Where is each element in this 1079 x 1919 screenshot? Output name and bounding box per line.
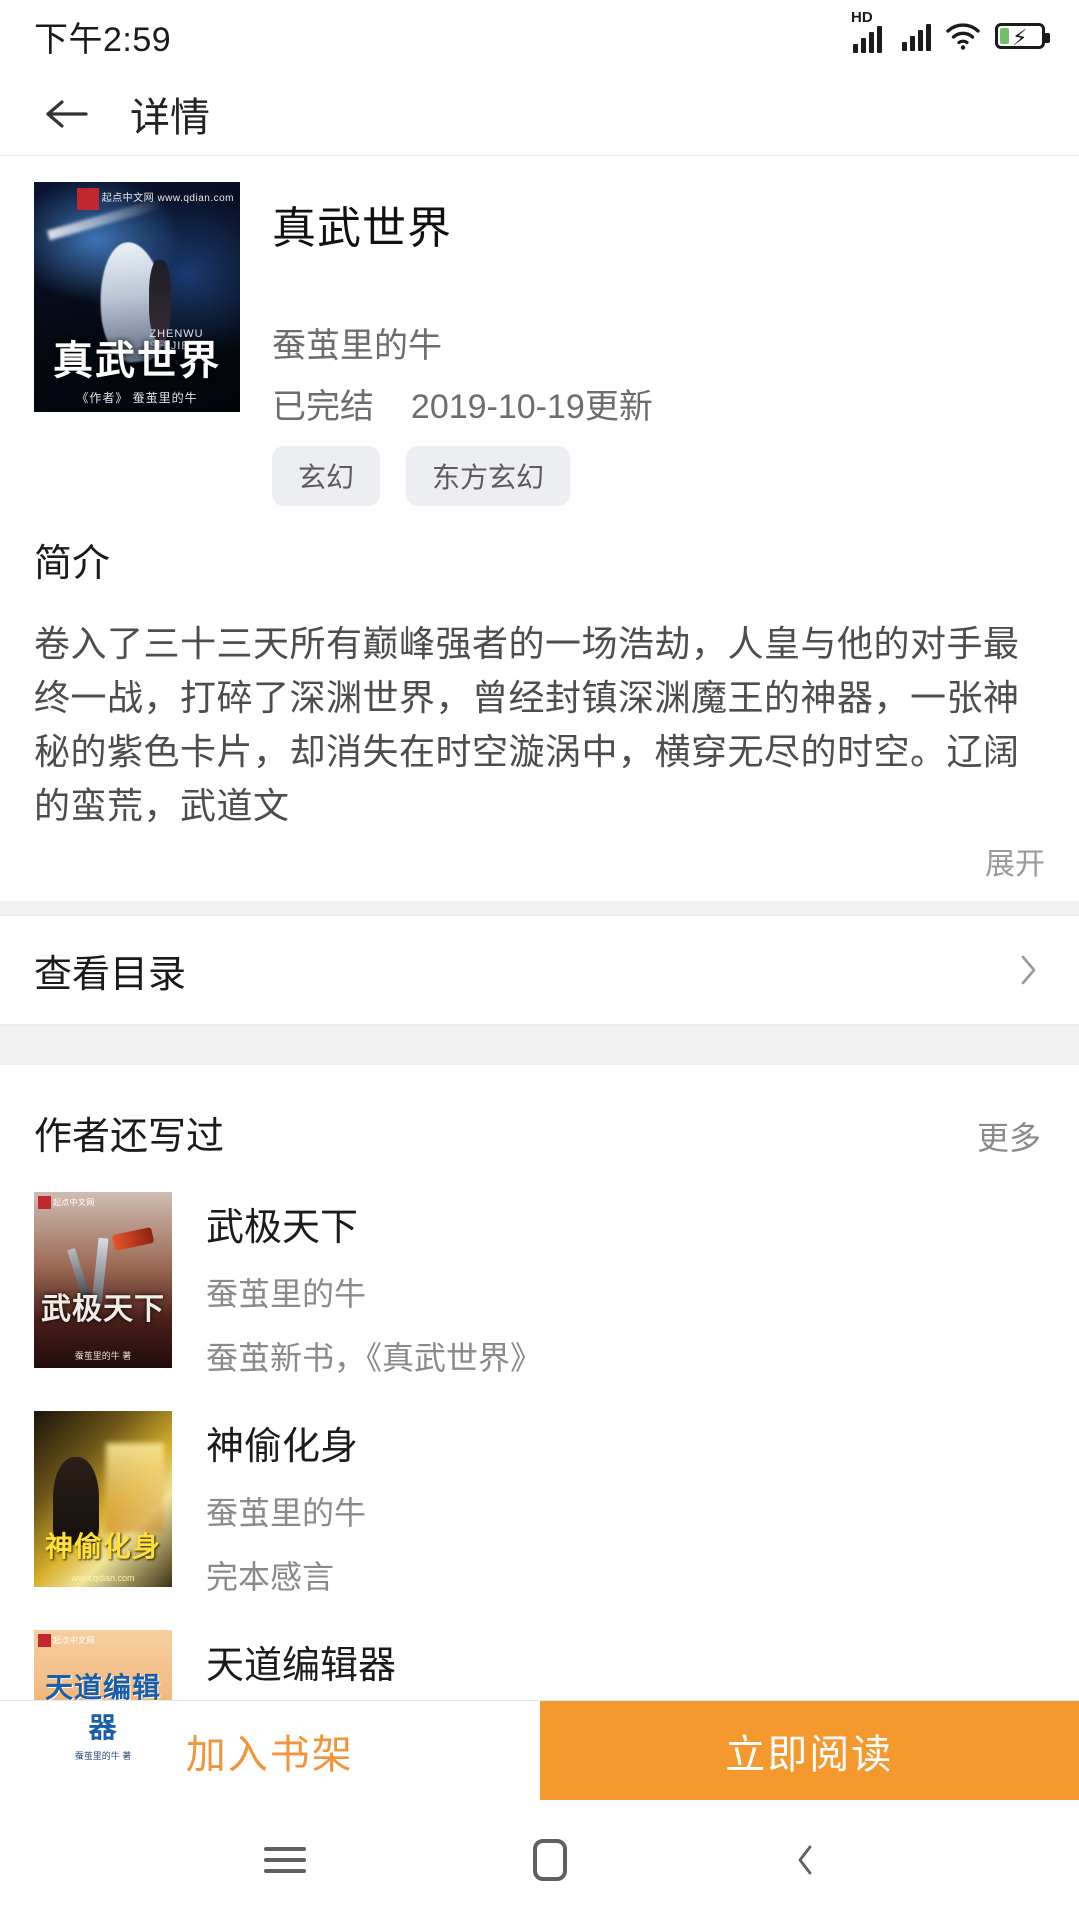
back-icon[interactable] bbox=[795, 1843, 815, 1877]
title-bar: 详情 bbox=[0, 72, 1079, 156]
home-icon[interactable] bbox=[533, 1838, 568, 1881]
book-tags: 玄幻 东方玄幻 bbox=[272, 446, 1045, 506]
phone-screen: 下午2:59 HD ⚡ 详情 起点中文网 www.qdian.com ZHENW… bbox=[0, 0, 1079, 1919]
signal-bars-1 bbox=[853, 23, 882, 53]
signal-icon bbox=[902, 21, 931, 51]
wifi-icon bbox=[945, 21, 981, 51]
thumb-byline-3: 蚕茧里的牛 著 bbox=[74, 1751, 132, 1761]
book-author: 蚕茧里的牛 bbox=[272, 327, 442, 365]
book-status-line: 已完结 2019-10-19更新 bbox=[272, 379, 1045, 428]
expand-row: 展开 bbox=[0, 833, 1079, 901]
thumb-title-art-1: 武极天下 bbox=[41, 1292, 165, 1327]
book-update-date: 2019-10-19更新 bbox=[410, 388, 653, 426]
thumb-title-art-3: 天道编辑器 bbox=[44, 1671, 161, 1744]
section-divider-1 bbox=[0, 901, 1079, 915]
book-thumbnail-1: 起点中文网 武极天下 蚕茧里的牛 著 bbox=[34, 1192, 172, 1368]
book-meta-1: 武极天下 蚕茧里的牛 蚕茧新书，《真武世界》 bbox=[172, 1192, 1045, 1379]
book-title: 真武世界 bbox=[272, 204, 452, 253]
hd-label: HD bbox=[851, 9, 873, 26]
intro-section: 简介 卷入了三十三天所有巅峰强者的一场浩劫，人皇与他的对手最终一战，打碎了深渊世… bbox=[0, 506, 1079, 833]
book-cover-image[interactable]: 起点中文网 www.qdian.com ZHENWU SHIJIE 真武世界 《… bbox=[34, 182, 240, 412]
battery-charging-icon: ⚡ bbox=[995, 23, 1050, 50]
book-detail-card: 起点中文网 www.qdian.com ZHENWU SHIJIE 真武世界 《… bbox=[0, 156, 1079, 901]
book-meta-2: 神偷化身 蚕茧里的牛 完本感言 bbox=[172, 1411, 1045, 1598]
author-also-more-link[interactable]: 更多 bbox=[977, 1113, 1041, 1159]
section-divider-2 bbox=[0, 1025, 1079, 1065]
android-nav-bar bbox=[0, 1800, 1079, 1919]
publisher-logo-text-1: 起点中文网 bbox=[53, 1198, 95, 1207]
author-also-title: 作者还写过 bbox=[34, 1116, 225, 1158]
related-book-title-1: 武极天下 bbox=[206, 1207, 359, 1249]
list-item[interactable]: 神偷化身 www.qdian.com 神偷化身 蚕茧里的牛 完本感言 bbox=[34, 1401, 1045, 1620]
read-now-button[interactable]: 立即阅读 bbox=[539, 1701, 1079, 1800]
status-bar: 下午2:59 HD ⚡ bbox=[0, 0, 1079, 72]
tag-genre-2[interactable]: 东方玄幻 bbox=[406, 446, 571, 506]
hd-signal-icon: HD bbox=[851, 10, 882, 53]
intro-heading: 简介 bbox=[34, 543, 111, 585]
thumb-byline-2: www.qdian.com bbox=[71, 1573, 135, 1583]
thumb-byline-1: 蚕茧里的牛 著 bbox=[74, 1351, 132, 1361]
intro-text: 卷入了三十三天所有巅峰强者的一场浩劫，人皇与他的对手最终一战，打碎了深渊世界，曾… bbox=[34, 623, 1020, 826]
list-item[interactable]: 起点中文网 武极天下 蚕茧里的牛 著 武极天下 蚕茧里的牛 蚕茧新书，《真武世界… bbox=[34, 1182, 1045, 1401]
author-also-header: 作者还写过 更多 bbox=[34, 1065, 1045, 1182]
related-book-author-2: 蚕茧里的牛 bbox=[206, 1495, 367, 1531]
related-book-latest-1: 蚕茧新书，《真武世界》 bbox=[206, 1340, 543, 1376]
publisher-logo-3: 起点中文网 bbox=[38, 1634, 95, 1647]
book-info: 真武世界 蚕茧里的牛 已完结 2019-10-19更新 玄幻 东方玄幻 bbox=[240, 182, 1045, 506]
related-book-title-3: 天道编辑器 bbox=[206, 1645, 397, 1687]
thumb-title-art-2: 神偷化身 bbox=[44, 1530, 161, 1563]
publisher-logo-text-3: 起点中文网 bbox=[53, 1636, 95, 1645]
status-icons: HD ⚡ bbox=[851, 10, 1050, 53]
expand-link[interactable]: 展开 bbox=[985, 848, 1045, 881]
tag-genre-1[interactable]: 玄幻 bbox=[272, 446, 381, 506]
book-header: 起点中文网 www.qdian.com ZHENWU SHIJIE 真武世界 《… bbox=[0, 156, 1079, 506]
book-thumbnail-2: 神偷化身 www.qdian.com bbox=[34, 1411, 172, 1587]
publisher-logo-1: 起点中文网 bbox=[38, 1196, 95, 1209]
catalog-row[interactable]: 查看目录 bbox=[0, 915, 1079, 1025]
cover-subtitle-art: 《作者》 蚕茧里的牛 bbox=[76, 391, 198, 405]
related-book-latest-2: 完本感言 bbox=[206, 1559, 335, 1595]
page-title: 详情 bbox=[130, 95, 210, 140]
menu-icon[interactable] bbox=[263, 1840, 306, 1880]
related-book-author-1: 蚕茧里的牛 bbox=[206, 1276, 367, 1312]
status-time: 下午2:59 bbox=[34, 20, 172, 59]
book-status: 已完结 bbox=[272, 388, 374, 426]
publisher-logo-text: 起点中文网 www.qdian.com bbox=[101, 192, 234, 204]
cover-title-art: 真武世界 bbox=[53, 337, 221, 384]
publisher-logo: 起点中文网 www.qdian.com bbox=[76, 188, 234, 210]
related-book-title-2: 神偷化身 bbox=[206, 1426, 359, 1468]
back-arrow-icon[interactable] bbox=[44, 94, 90, 134]
chevron-right-icon bbox=[1019, 953, 1039, 987]
catalog-label: 查看目录 bbox=[34, 953, 187, 996]
